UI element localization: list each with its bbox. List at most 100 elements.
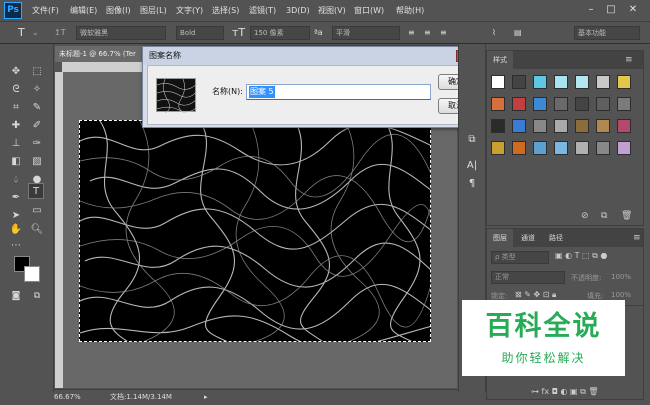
brush-tool-icon[interactable]: ✐ <box>29 118 45 134</box>
font-size-select[interactable]: 150 像素 <box>250 26 310 40</box>
menu-3d[interactable]: 3D(D) <box>286 5 310 17</box>
crop-tool-icon[interactable]: ⌗ <box>8 100 24 116</box>
pattern-name-input[interactable]: 图案 5 <box>246 84 431 100</box>
layer-footer-icons[interactable]: ⊶ fx ◘ ◐ ▣ ⧉ 🗑︎ <box>531 387 599 397</box>
paragraph-panel-icon[interactable]: ⧉ <box>464 132 480 148</box>
style-swatch[interactable] <box>596 97 610 111</box>
align-center-icon[interactable]: ≡ <box>424 27 431 39</box>
minimize-icon[interactable]: – <box>584 3 598 17</box>
orientation-icon[interactable]: ↥T <box>54 27 66 39</box>
healing-tool-icon[interactable]: ✚ <box>8 118 24 134</box>
marquee-tool-icon[interactable]: ⬚ <box>29 64 45 80</box>
tool-preset-chevron-icon[interactable]: ⌄ <box>32 27 39 39</box>
blend-mode-select[interactable]: 正常 <box>491 271 565 284</box>
style-swatch[interactable] <box>617 141 631 155</box>
eraser-tool-icon[interactable]: ◧ <box>8 154 24 170</box>
tab-paths[interactable]: 路径 <box>543 229 569 247</box>
menu-select[interactable]: 选择(S) <box>212 5 239 17</box>
style-swatch[interactable] <box>554 75 568 89</box>
opacity-value[interactable]: 100% <box>611 273 631 281</box>
lasso-tool-icon[interactable]: ᘓ <box>8 82 24 98</box>
style-swatch[interactable] <box>575 119 589 133</box>
antialias-select[interactable]: 平滑 <box>332 26 400 40</box>
blur-tool-icon[interactable]: 💧︎ <box>8 172 24 188</box>
menu-filter[interactable]: 滤镜(T) <box>249 5 276 17</box>
menu-image[interactable]: 图像(I) <box>106 5 131 17</box>
style-swatch[interactable] <box>617 119 631 133</box>
style-swatch[interactable] <box>533 141 547 155</box>
style-swatch[interactable] <box>554 141 568 155</box>
tab-styles[interactable]: 样式 <box>487 51 513 69</box>
style-swatch[interactable] <box>617 75 631 89</box>
zoom-level[interactable]: 66.67% <box>54 391 81 403</box>
history-brush-tool-icon[interactable]: ✑ <box>29 136 45 152</box>
eyedropper-tool-icon[interactable]: ✎ <box>29 100 45 116</box>
align-right-icon[interactable]: ≡ <box>440 27 447 39</box>
align-left-icon[interactable]: ≡ <box>408 27 415 39</box>
style-swatch[interactable] <box>575 97 589 111</box>
tab-channels[interactable]: 通道 <box>515 229 541 247</box>
gradient-tool-icon[interactable]: ▨ <box>29 154 45 170</box>
style-swatch[interactable] <box>491 97 505 111</box>
menu-window[interactable]: 窗口(W) <box>354 5 384 17</box>
style-swatch[interactable] <box>596 75 610 89</box>
layer-filter-select[interactable]: ρ 类型 <box>491 251 549 264</box>
delete-style-icon[interactable]: 🗑︎ <box>621 211 632 221</box>
maximize-icon[interactable]: □ <box>604 3 618 17</box>
layer-filter-icons[interactable]: ▣ ◐ T ⬚ ⧉ ● <box>555 251 607 261</box>
layers-menu-icon[interactable]: ≡ <box>633 233 641 243</box>
panels-toggle-icon[interactable]: ▤ <box>514 27 522 39</box>
character-panel-icon[interactable]: A| <box>464 158 480 174</box>
style-swatch[interactable] <box>596 141 610 155</box>
warp-text-icon[interactable]: ⌇ <box>492 27 496 39</box>
menu-layer[interactable]: 图层(L) <box>140 5 167 17</box>
style-swatch[interactable] <box>533 119 547 133</box>
pattern-artwork-canvas[interactable] <box>79 120 431 342</box>
workspace-select[interactable]: 基本功能 <box>574 26 640 40</box>
paragraph-mark-icon[interactable]: ¶ <box>464 176 480 192</box>
type-tool-icon[interactable]: T <box>18 27 25 39</box>
font-family-select[interactable]: 微软雅黑 <box>76 26 166 40</box>
quick-mask-icon[interactable]: ◙ <box>8 288 24 304</box>
screen-mode-icon[interactable]: ⧉ <box>29 288 45 304</box>
stamp-tool-icon[interactable]: ⊥ <box>8 136 24 152</box>
style-swatch[interactable] <box>512 75 526 89</box>
move-tool-icon[interactable]: ✥ <box>8 64 24 80</box>
style-swatch[interactable] <box>512 141 526 155</box>
style-swatch[interactable] <box>554 119 568 133</box>
menu-file[interactable]: 文件(F) <box>32 5 59 17</box>
hand-tool-icon[interactable]: ✋ <box>8 222 24 238</box>
style-swatch[interactable] <box>596 119 610 133</box>
more-tools-icon[interactable]: ⋯ <box>8 238 24 254</box>
fill-value[interactable]: 100% <box>611 291 631 299</box>
style-swatch[interactable] <box>575 75 589 89</box>
status-arrow-icon[interactable]: ▸ <box>204 391 208 403</box>
style-swatch[interactable] <box>533 97 547 111</box>
menu-help[interactable]: 帮助(H) <box>396 5 424 17</box>
style-swatch[interactable] <box>491 141 505 155</box>
magic-wand-tool-icon[interactable]: ✧ <box>29 82 45 98</box>
shape-tool-icon[interactable]: ▭ <box>29 203 45 219</box>
document-tab[interactable]: 未标题-1 @ 66.7% (Ter <box>55 46 145 62</box>
style-swatch[interactable] <box>554 97 568 111</box>
style-swatch[interactable] <box>533 75 547 89</box>
style-swatch[interactable] <box>512 97 526 111</box>
panel-menu-icon[interactable]: ≡ <box>625 55 633 65</box>
pen-tool-icon[interactable]: ✒ <box>8 190 24 206</box>
close-icon[interactable]: ✕ <box>626 3 640 17</box>
new-style-icon[interactable]: ⧉ <box>601 211 607 221</box>
style-swatch[interactable] <box>512 119 526 133</box>
menu-edit[interactable]: 编辑(E) <box>70 5 97 17</box>
background-color-swatch[interactable] <box>24 266 40 282</box>
style-swatch[interactable] <box>491 119 505 133</box>
style-swatch[interactable] <box>617 97 631 111</box>
menu-type[interactable]: 文字(Y) <box>176 5 203 17</box>
zoom-tool-icon[interactable]: 🔍︎ <box>29 222 45 238</box>
clear-style-icon[interactable]: ⊘ <box>581 211 589 221</box>
tab-layers[interactable]: 图层 <box>487 229 513 247</box>
style-swatch[interactable] <box>491 75 505 89</box>
style-swatch[interactable] <box>575 141 589 155</box>
font-style-select[interactable]: Bold <box>176 26 224 40</box>
lock-icons[interactable]: ⊠ ✎ ✥ ⊡ 🔒︎ <box>515 290 556 300</box>
type-tool-icon-active[interactable]: T <box>28 183 44 199</box>
